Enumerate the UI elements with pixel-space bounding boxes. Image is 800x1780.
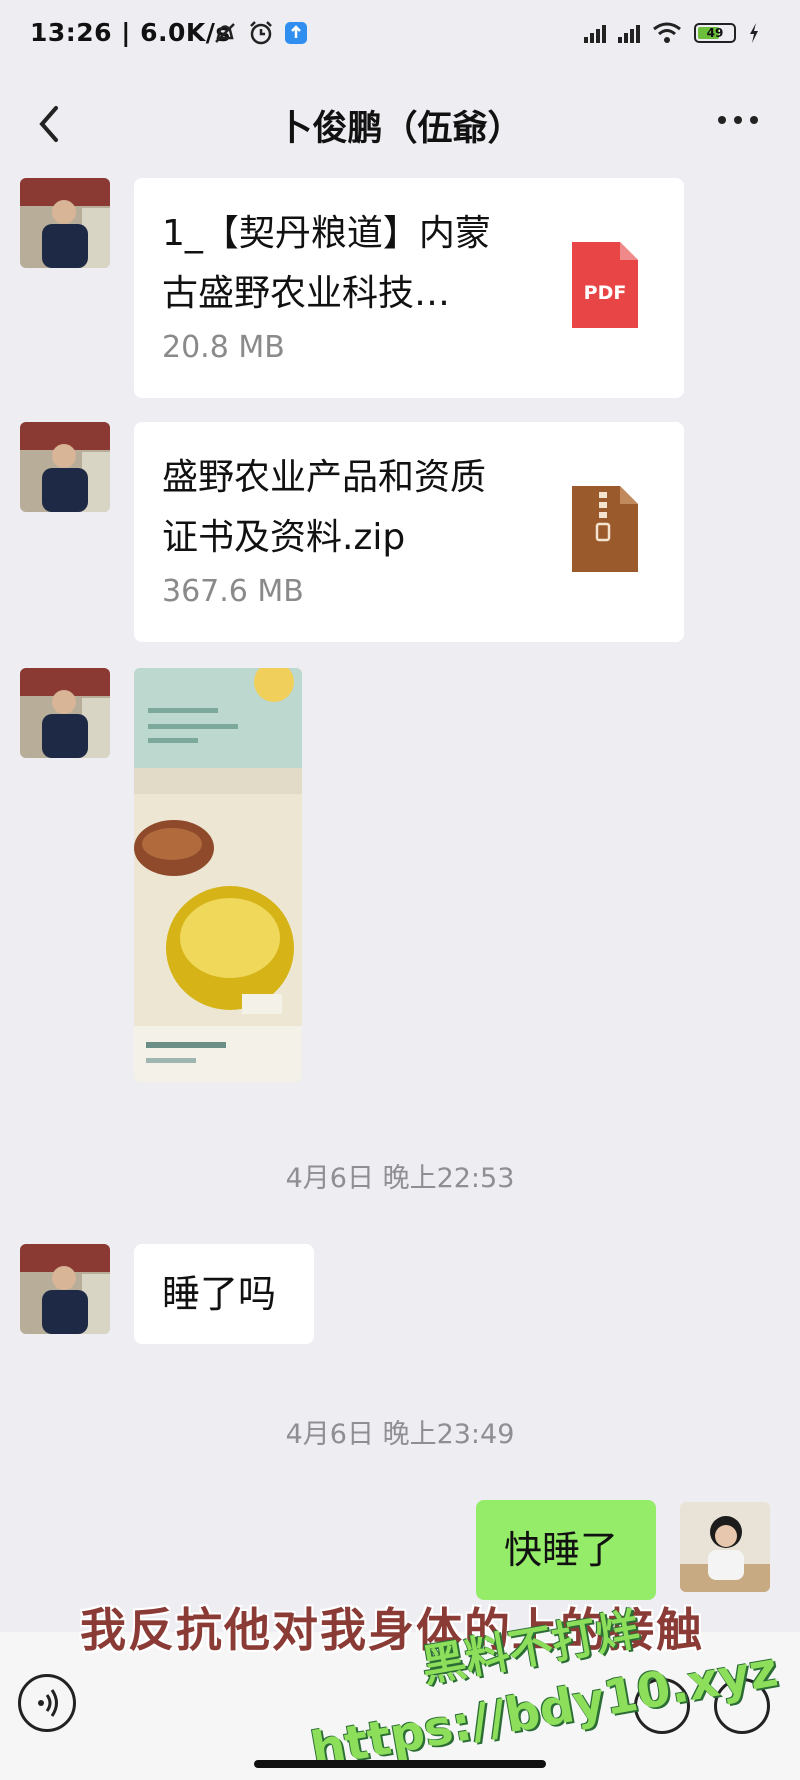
contact-avatar[interactable]: [20, 178, 110, 268]
file-name-line: 1_【契丹粮道】内蒙: [162, 213, 491, 254]
file-message-bubble[interactable]: 1_【契丹粮道】内蒙 古盛野农业科技… 20.8 MB PDF: [134, 178, 684, 398]
contact-avatar[interactable]: [20, 1244, 110, 1334]
image-message[interactable]: [134, 668, 302, 1082]
wifi-icon: [653, 22, 681, 43]
alarm-icon: [250, 21, 272, 45]
app-notification-icon: [285, 22, 307, 44]
pdf-label: PDF: [583, 282, 627, 304]
file-size: 20.8 MB: [162, 330, 285, 365]
chat-screen: 13:26 | 6.0K/s 49 卜俊鹏（伍爺） 1_【契丹粮道】内蒙 古盛野…: [0, 0, 800, 1780]
charging-icon: [750, 23, 758, 43]
separator: |: [112, 18, 141, 47]
message-text: 睡了吗: [162, 1272, 277, 1316]
signal-icon: [584, 23, 606, 43]
file-name: 盛野农业产品和资质 证书及资料.zip: [162, 448, 522, 568]
sent-message-bubble[interactable]: 快睡了: [476, 1500, 656, 1600]
battery-level: 49: [706, 26, 724, 40]
message-timestamp: 4月6日 晚上23:49: [285, 1419, 515, 1450]
voice-input-icon[interactable]: [18, 1674, 76, 1732]
clock: 13:26: [30, 18, 113, 47]
more-options-icon[interactable]: [718, 110, 764, 130]
nav-bar: 卜俊鹏（伍爺）: [0, 84, 800, 164]
signal-icon: [618, 23, 640, 43]
contact-avatar[interactable]: [20, 668, 110, 758]
pdf-icon: PDF: [572, 242, 638, 328]
notification-icons: [212, 20, 308, 46]
battery-icon: 49: [694, 23, 736, 43]
file-message-bubble[interactable]: 盛野农业产品和资质 证书及资料.zip 367.6 MB: [134, 422, 684, 642]
mute-icon: [215, 23, 235, 43]
file-name: 1_【契丹粮道】内蒙 古盛野农业科技…: [162, 204, 522, 324]
my-avatar[interactable]: [680, 1502, 770, 1592]
contact-avatar[interactable]: [20, 422, 110, 512]
file-name-line: 盛野农业产品和资质: [162, 457, 487, 498]
zip-icon: [572, 486, 638, 572]
status-bar: 13:26 | 6.0K/s 49: [0, 0, 800, 74]
message-timestamp: 4月6日 晚上22:53: [285, 1163, 515, 1194]
file-size: 367.6 MB: [162, 574, 304, 609]
chat-title: 卜俊鹏（伍爺）: [277, 109, 523, 149]
status-time: 13:26 | 6.0K/s: [30, 18, 231, 47]
text-message-bubble[interactable]: 睡了吗: [134, 1244, 314, 1344]
home-indicator[interactable]: [254, 1760, 546, 1768]
system-icons: 49: [584, 22, 760, 44]
file-name-line: 古盛野农业科技…: [162, 273, 451, 314]
message-text: 快睡了: [504, 1528, 619, 1572]
file-name-line: 证书及资料.zip: [162, 517, 406, 558]
